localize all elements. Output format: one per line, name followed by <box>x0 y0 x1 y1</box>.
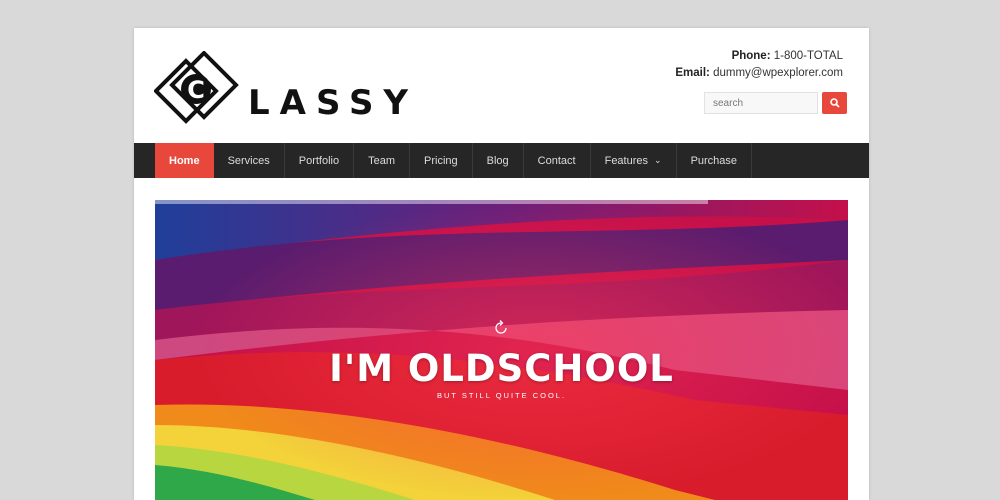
search-input[interactable] <box>704 92 818 114</box>
nav-item-contact[interactable]: Contact <box>524 143 591 178</box>
page-container: C LASSY Phone: 1-800-TOTAL Email: dummy@… <box>134 28 869 500</box>
nav-label: Portfolio <box>298 154 340 167</box>
hero-slider[interactable]: I'M OLDSCHOOL BUT STILL QUITE COOL. <box>155 200 848 500</box>
nav-label: Services <box>227 154 270 167</box>
chevron-down-icon: ⌄ <box>654 155 662 165</box>
nav-item-blog[interactable]: Blog <box>473 143 524 178</box>
hero-subtitle: BUT STILL QUITE COOL. <box>436 391 567 400</box>
nav-item-portfolio[interactable]: Portfolio <box>285 143 355 178</box>
email-label: Email: <box>675 67 710 79</box>
email-line: Email: dummy@wpexplorer.com <box>675 67 843 79</box>
contact-info: Phone: 1-800-TOTAL Email: dummy@wpexplor… <box>675 50 843 84</box>
nav-label: Purchase <box>690 154 738 167</box>
search-button[interactable] <box>822 92 847 114</box>
nav-label: Blog <box>486 154 509 167</box>
hero-title: I'M OLDSCHOOL <box>329 347 674 390</box>
nav-label: Team <box>368 154 396 167</box>
email-value[interactable]: dummy@wpexplorer.com <box>713 67 843 79</box>
main-navigation: Home Services Portfolio Team Pricing Blo… <box>134 143 869 178</box>
nav-label: Pricing <box>424 154 458 167</box>
logo-letter: C <box>187 76 205 104</box>
refresh-icon <box>495 320 507 334</box>
nav-item-features[interactable]: Features ⌄ <box>591 143 677 178</box>
search-icon <box>829 98 840 108</box>
phone-line: Phone: 1-800-TOTAL <box>675 50 843 62</box>
logo-text: LASSY <box>248 83 419 123</box>
nav-item-pricing[interactable]: Pricing <box>410 143 473 178</box>
nav-label: Features <box>604 154 649 167</box>
nav-item-home[interactable]: Home <box>155 143 214 178</box>
phone-value: 1-800-TOTAL <box>773 50 843 62</box>
slider-progress-bar <box>155 200 708 204</box>
nav-label: Home <box>169 154 200 167</box>
nav-item-purchase[interactable]: Purchase <box>677 143 753 178</box>
phone-label: Phone: <box>731 50 771 62</box>
nav-item-services[interactable]: Services <box>214 143 285 178</box>
nav-label: Contact <box>537 154 576 167</box>
site-logo[interactable]: C LASSY <box>154 51 408 126</box>
nav-item-team[interactable]: Team <box>354 143 411 178</box>
search-form <box>704 92 847 114</box>
